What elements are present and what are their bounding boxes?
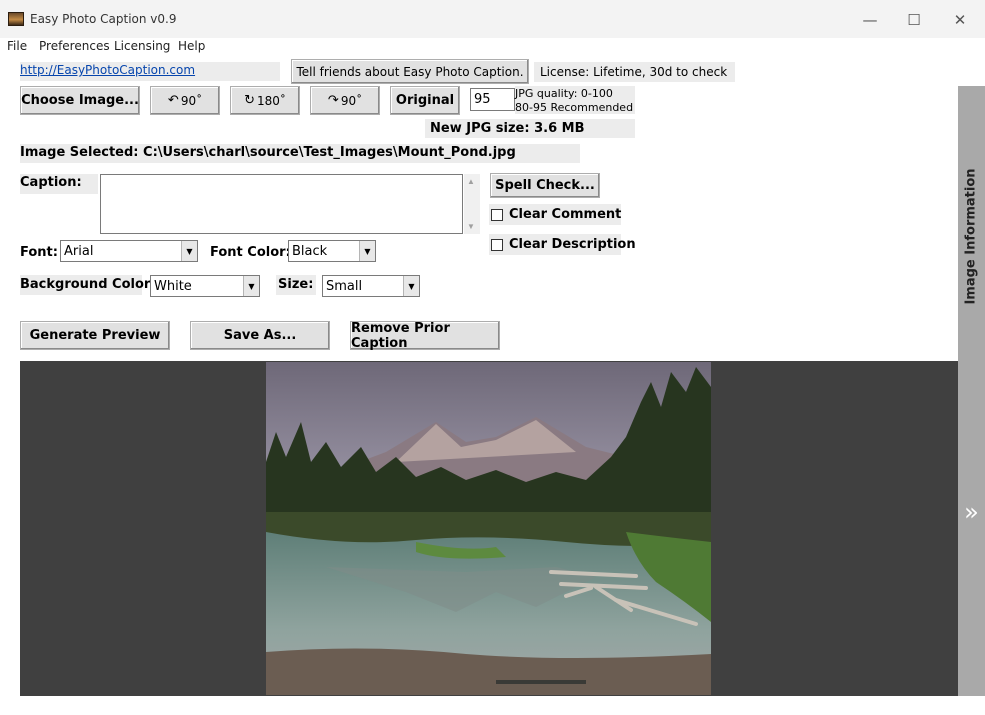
caption-label: Caption: bbox=[20, 175, 82, 190]
rotate-180-icon: ↻ bbox=[244, 93, 255, 108]
save-as-button[interactable]: Save As... bbox=[190, 321, 330, 350]
tell-friends-button[interactable]: Tell friends about Easy Photo Caption. bbox=[291, 59, 529, 84]
chevron-down-icon[interactable]: ▼ bbox=[181, 241, 197, 261]
jpg-quality-hint: JPG quality: 0-100 bbox=[515, 87, 613, 100]
jpg-quality-input[interactable]: 95 bbox=[470, 88, 515, 111]
chevron-down-icon[interactable]: ▼ bbox=[359, 241, 375, 261]
image-information-tab[interactable]: Image Information bbox=[958, 86, 985, 386]
remove-prior-caption-button[interactable]: Remove Prior Caption bbox=[350, 321, 500, 351]
scroll-up-icon[interactable]: ▲ bbox=[467, 177, 475, 186]
rotate-180-button[interactable]: ↻ 180˚ bbox=[230, 86, 300, 115]
menu-licensing[interactable]: Licensing bbox=[114, 39, 170, 53]
menu-file[interactable]: File bbox=[7, 39, 27, 53]
rotate-180-label: 180˚ bbox=[257, 93, 286, 108]
app-icon bbox=[8, 12, 24, 26]
rotate-left-button[interactable]: ↶ 90˚ bbox=[150, 86, 220, 115]
maximize-button[interactable]: ☐ bbox=[892, 6, 936, 34]
close-button[interactable]: ✕ bbox=[938, 6, 982, 34]
chevron-down-icon[interactable]: ▼ bbox=[403, 276, 419, 296]
rotate-left-icon: ↶ bbox=[167, 93, 179, 108]
scroll-down-icon[interactable]: ▼ bbox=[467, 222, 475, 231]
font-color-label: Font Color: bbox=[210, 245, 291, 260]
spell-check-button[interactable]: Spell Check... bbox=[490, 173, 600, 198]
original-button[interactable]: Original bbox=[390, 86, 460, 115]
size-select-value: Small bbox=[326, 278, 363, 294]
generate-preview-button[interactable]: Generate Preview bbox=[20, 321, 170, 350]
clear-description-checkbox[interactable] bbox=[491, 239, 503, 251]
rotate-right-button[interactable]: ↷ 90˚ bbox=[310, 86, 380, 115]
preview-image bbox=[266, 362, 711, 695]
caption-scrollbar[interactable]: ▲ ▼ bbox=[464, 174, 480, 234]
size-label: Size: bbox=[278, 277, 314, 292]
font-label: Font: bbox=[20, 245, 58, 260]
clear-description-label: Clear Description bbox=[509, 237, 636, 252]
menu-preferences[interactable]: Preferences bbox=[39, 39, 110, 53]
menu-help[interactable]: Help bbox=[178, 39, 205, 53]
background-color-select[interactable]: White ▼ bbox=[150, 275, 260, 297]
website-link[interactable]: http://EasyPhotoCaption.com bbox=[20, 63, 195, 77]
new-jpg-size: New JPG size: 3.6 MB bbox=[430, 121, 585, 136]
image-selected-text: Image Selected: C:\Users\charl\source\Te… bbox=[20, 145, 516, 160]
clear-comment-checkbox[interactable] bbox=[491, 209, 503, 221]
choose-image-button[interactable]: Choose Image... bbox=[20, 86, 140, 115]
rotate-right-icon: ↷ bbox=[327, 93, 339, 108]
font-color-select[interactable]: Black ▼ bbox=[288, 240, 376, 262]
image-information-label: Image Information bbox=[964, 167, 980, 305]
mountain-lake-photo bbox=[266, 362, 711, 695]
background-color-select-value: White bbox=[154, 278, 192, 294]
font-select[interactable]: Arial ▼ bbox=[60, 240, 198, 262]
font-select-value: Arial bbox=[64, 243, 94, 259]
clear-comment-label: Clear Comment bbox=[509, 207, 622, 222]
expand-panel-icon[interactable]: » bbox=[958, 498, 985, 526]
license-status: License: Lifetime, 30d to check bbox=[534, 62, 735, 82]
rotate-left-label: 90˚ bbox=[180, 93, 203, 108]
background-color-label: Background Color: bbox=[20, 277, 156, 292]
rotate-right-label: 90˚ bbox=[340, 93, 363, 108]
image-selected-path: Image Selected: C:\Users\charl\source\Te… bbox=[20, 145, 516, 160]
chevron-down-icon[interactable]: ▼ bbox=[243, 276, 259, 296]
jpg-quality-recommended: 80-95 Recommended bbox=[515, 101, 634, 114]
window-title: Easy Photo Caption v0.9 bbox=[30, 12, 177, 26]
caption-textarea[interactable] bbox=[100, 174, 463, 234]
font-color-select-value: Black bbox=[292, 243, 328, 259]
minimize-button[interactable]: — bbox=[848, 6, 892, 34]
size-select[interactable]: Small ▼ bbox=[322, 275, 420, 297]
